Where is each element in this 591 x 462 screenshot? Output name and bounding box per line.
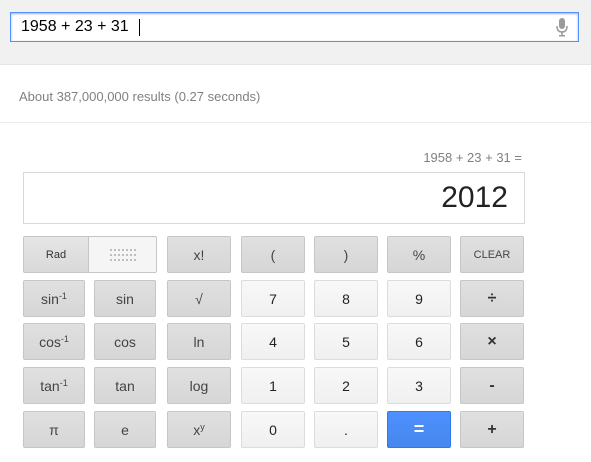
minus-button[interactable]: - <box>460 367 524 404</box>
arctan-button[interactable]: tan -1 <box>23 367 85 404</box>
angle-mode-toggle[interactable]: Rad <box>23 236 157 273</box>
calc-display: 2012 <box>23 172 525 224</box>
arcsin-label: sin <box>41 290 59 307</box>
decimal-point-button[interactable]: . <box>314 411 378 448</box>
sin-button[interactable]: sin <box>94 280 156 317</box>
digit-0-button[interactable]: 0 <box>241 411 305 448</box>
left-paren-button[interactable]: ( <box>241 236 305 273</box>
tan-button[interactable]: tan <box>94 367 156 404</box>
search-box[interactable] <box>10 12 579 42</box>
calc-result: 2012 <box>441 181 508 214</box>
power-button[interactable]: xy <box>167 411 231 448</box>
microphone-icon[interactable] <box>556 18 568 37</box>
dotted-grip-icon <box>109 248 136 261</box>
log-button[interactable]: log <box>167 367 231 404</box>
right-paren-button[interactable]: ) <box>314 236 378 273</box>
cos-button[interactable]: cos <box>94 323 156 360</box>
clear-button[interactable]: CLEAR <box>460 236 524 273</box>
pi-button[interactable]: π <box>23 411 85 448</box>
digit-5-button[interactable]: 5 <box>314 323 378 360</box>
digit-3-button[interactable]: 3 <box>387 367 451 404</box>
equals-button[interactable]: = <box>387 411 451 448</box>
arctan-superscript: -1 <box>59 377 68 388</box>
deg-button[interactable] <box>89 237 156 272</box>
divider <box>0 122 591 123</box>
results-stats: About 387,000,000 results (0.27 seconds) <box>19 89 261 104</box>
search-input[interactable] <box>11 13 546 41</box>
text-caret <box>139 19 140 36</box>
factorial-button[interactable]: x! <box>167 236 231 273</box>
power-label: x <box>193 421 201 438</box>
arccos-superscript: -1 <box>60 333 69 344</box>
arcsin-button[interactable]: sin -1 <box>23 280 85 317</box>
euler-button[interactable]: e <box>94 411 156 448</box>
arccos-label: cos <box>39 333 61 350</box>
digit-4-button[interactable]: 4 <box>241 323 305 360</box>
digit-9-button[interactable]: 9 <box>387 280 451 317</box>
calc-expression: 1958 + 23 + 31 = <box>423 150 522 165</box>
digit-2-button[interactable]: 2 <box>314 367 378 404</box>
plus-button[interactable]: + <box>460 411 524 448</box>
arctan-label: tan <box>40 377 60 394</box>
percent-button[interactable]: % <box>387 236 451 273</box>
digit-6-button[interactable]: 6 <box>387 323 451 360</box>
multiply-button[interactable]: × <box>460 323 524 360</box>
digit-7-button[interactable]: 7 <box>241 280 305 317</box>
sqrt-button[interactable]: √ <box>167 280 231 317</box>
power-superscript: y <box>200 421 205 432</box>
digit-1-button[interactable]: 1 <box>241 367 305 404</box>
rad-label: Rad <box>45 248 67 261</box>
ln-button[interactable]: ln <box>167 323 231 360</box>
digit-8-button[interactable]: 8 <box>314 280 378 317</box>
rad-button[interactable]: Rad <box>24 237 89 272</box>
arcsin-superscript: -1 <box>58 290 67 301</box>
search-header <box>0 0 591 65</box>
arccos-button[interactable]: cos -1 <box>23 323 85 360</box>
divide-button[interactable]: ÷ <box>460 280 524 317</box>
